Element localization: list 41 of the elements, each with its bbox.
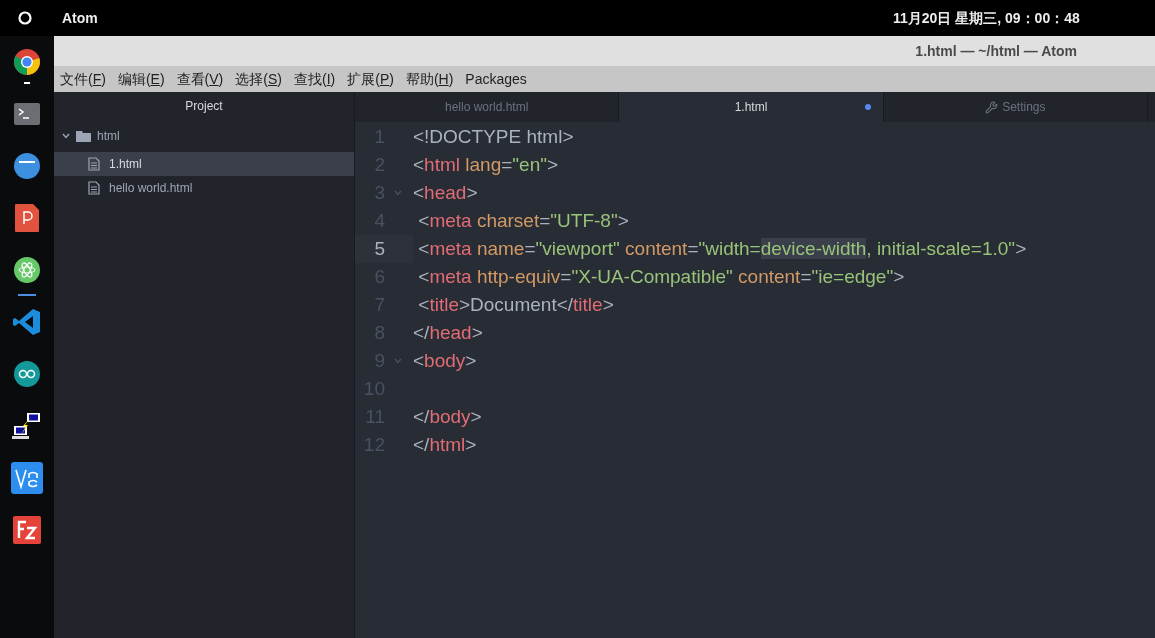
code-line: <html lang="en">	[413, 152, 559, 177]
code-line: <!DOCTYPE html>	[413, 124, 574, 149]
menu-item[interactable]: 帮助(H)	[405, 68, 454, 90]
menu-item[interactable]: 扩展(P)	[347, 68, 394, 90]
menu-item[interactable]: 选择(S)	[235, 68, 282, 90]
file-row[interactable]: hello world.html	[54, 176, 354, 200]
document-icon[interactable]	[14, 203, 40, 233]
window-title: 1.html — ~/html — Atom	[915, 41, 1077, 61]
menu-item[interactable]: 文件(F)	[60, 68, 106, 90]
infinity-icon[interactable]	[13, 360, 41, 388]
computers-icon[interactable]	[12, 411, 42, 441]
ftp-icon[interactable]	[13, 516, 41, 544]
file-icon	[88, 181, 100, 195]
terminal-icon[interactable]	[13, 102, 41, 126]
file-row[interactable]: 1.html	[54, 152, 354, 176]
menu-item[interactable]: 编辑(E)	[117, 68, 165, 90]
file-icon	[88, 157, 100, 171]
line-number: 5	[373, 236, 385, 261]
menu-item[interactable]: 查找(I)	[293, 68, 336, 90]
code-line: <title>Document</title>	[417, 292, 614, 317]
code-line: <body>	[413, 348, 477, 373]
menu-item[interactable]: Packages	[465, 68, 527, 90]
tab[interactable]: 1.html	[619, 92, 884, 122]
chevron-icon	[62, 133, 70, 139]
code-line: <meta name="viewport" content="width=device-width, initial-scale=1.0">	[417, 236, 1027, 261]
code-line: <meta charset="UTF-8">	[417, 208, 629, 233]
atom-icon[interactable]	[13, 256, 41, 284]
code-line: </head>	[413, 320, 483, 345]
code-line: <head>	[413, 180, 478, 205]
code-editor-icon[interactable]	[13, 308, 41, 336]
folder-row[interactable]: html	[54, 120, 354, 152]
activities-icon[interactable]	[18, 11, 32, 25]
code-line: </html>	[413, 432, 477, 457]
clock[interactable]: 11月20日 星期三, 09：00：48	[893, 7, 1080, 29]
menu-item[interactable]: 查看(V)	[176, 68, 224, 90]
code-line: <meta http-equiv="X-UA-Compatible" content="ie=edge">	[417, 264, 905, 289]
code-line: </body>	[413, 404, 482, 429]
tools-icon	[985, 100, 999, 114]
panel-title: Project	[184, 98, 224, 115]
app-name[interactable]: Atom	[62, 7, 98, 29]
browser-icon[interactable]	[13, 48, 41, 76]
